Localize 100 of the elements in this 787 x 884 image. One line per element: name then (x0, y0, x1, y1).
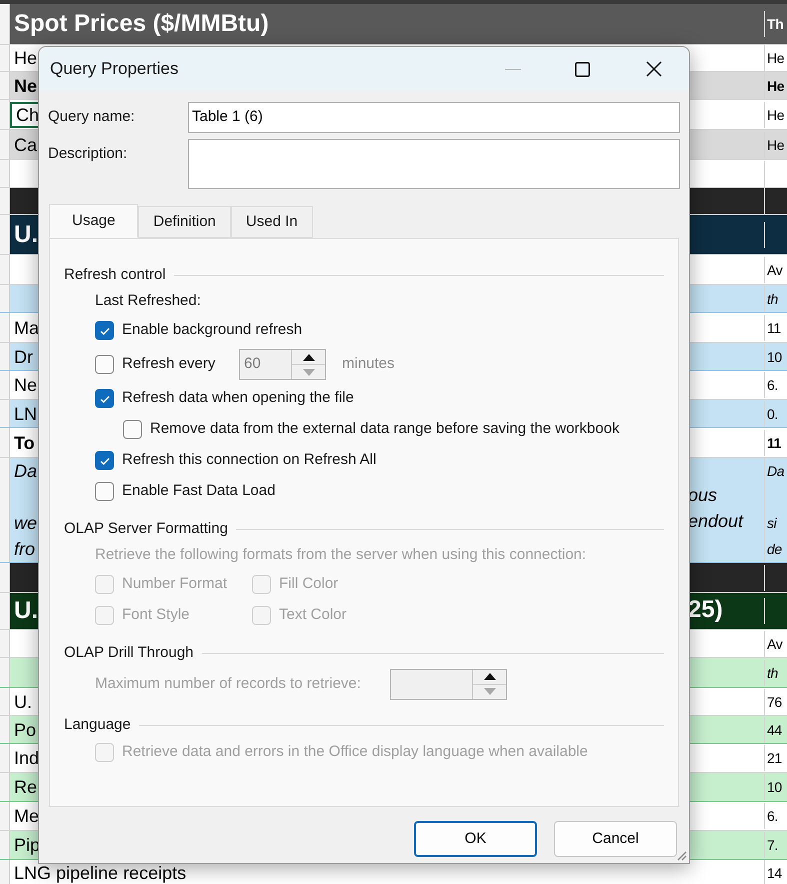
cell-text: 44 (767, 722, 782, 736)
row-header[interactable] (0, 400, 10, 427)
checkbox-label[interactable]: Enable background refresh (122, 319, 302, 342)
cell-text: fro (14, 540, 36, 558)
cell-text: 10 (767, 780, 782, 794)
row-header[interactable] (0, 130, 10, 159)
checkbox-label[interactable]: Enable Fast Data Load (122, 480, 276, 503)
row-header[interactable] (0, 285, 10, 312)
cell-text: Da (14, 462, 38, 480)
checkbox-label[interactable]: Refresh every (122, 353, 239, 376)
tab[interactable]: Usage (49, 204, 138, 238)
maximize-icon[interactable] (575, 62, 590, 76)
row-header[interactable] (0, 215, 10, 254)
cell-text: Da (767, 464, 784, 478)
row-header[interactable] (0, 45, 10, 71)
cell-text: we (14, 514, 38, 532)
row-header[interactable] (0, 72, 10, 99)
cell-text: LNG pipeline receipts (14, 864, 186, 882)
cell-text: Po (14, 720, 36, 738)
cell-text: He (767, 51, 784, 65)
field-label: Description: (48, 144, 128, 164)
row-header[interactable] (0, 100, 10, 129)
cell-text: Ma (14, 318, 40, 336)
row-header[interactable] (0, 744, 10, 772)
text-field[interactable]: Table 1 (6) (188, 102, 680, 133)
row-header[interactable] (0, 593, 10, 629)
cell-text: Me (14, 807, 40, 825)
checkbox[interactable] (95, 321, 114, 340)
cell-text: Ne (14, 76, 38, 94)
checkbox[interactable] (95, 482, 114, 501)
row-header[interactable] (0, 802, 10, 830)
cell-text: 6. (767, 809, 778, 823)
cell-text: 21 (767, 751, 782, 765)
cell-text: He (14, 49, 38, 67)
row-header[interactable] (0, 458, 10, 562)
field-label: Query name: (48, 107, 136, 127)
cell-text: 11 (767, 320, 781, 334)
cell-text: Av (767, 262, 782, 276)
text-field[interactable] (188, 139, 680, 189)
tab[interactable]: Definition (138, 206, 231, 238)
cell-text: Spot Prices ($/MMBtu) (14, 12, 269, 36)
checkbox[interactable] (95, 451, 114, 470)
cell-text: LN (14, 404, 38, 422)
section-heading: OLAP Drill Through (64, 642, 194, 663)
checkbox[interactable] (95, 355, 114, 374)
row-header[interactable] (0, 313, 10, 342)
dialog-button[interactable]: OK (414, 821, 537, 857)
label: Retrieve the following formats from the server when using this connection: (95, 544, 586, 565)
cell-text: 0. (767, 406, 778, 420)
close-icon[interactable] (646, 61, 662, 77)
dialog-button[interactable]: Cancel (554, 821, 677, 857)
cell-text: U. (14, 222, 38, 246)
row-header[interactable] (0, 773, 10, 801)
row-header[interactable] (0, 716, 10, 743)
section-heading: Language (64, 714, 131, 735)
unit-label: minutes (342, 354, 395, 374)
cell-text: To (14, 434, 35, 452)
cell-text: He (767, 78, 784, 92)
cell-text: He (767, 108, 784, 122)
checkbox-label[interactable]: Refresh data when opening the file (122, 387, 354, 410)
row-header[interactable] (0, 658, 10, 687)
row-header[interactable] (0, 688, 10, 715)
section-heading: Refresh control (64, 264, 166, 285)
row-header[interactable] (0, 563, 10, 592)
row-header[interactable] (0, 4, 10, 44)
cell-text: 76 (767, 694, 782, 708)
cell-text: Av (767, 636, 782, 650)
checkbox-label[interactable]: Remove data from the external data range before saving the workbook (150, 418, 620, 441)
row-header[interactable] (0, 188, 10, 214)
cell-text: si (767, 516, 776, 530)
cell-text: Ch (16, 106, 40, 124)
window-title: Query Properties (50, 58, 178, 80)
cell-text: U. (14, 692, 32, 710)
cell-text: Re (14, 778, 38, 796)
minimize-icon[interactable] (505, 68, 521, 70)
row-header[interactable] (0, 630, 10, 657)
row-header[interactable] (0, 160, 10, 187)
label: Last Refreshed: (95, 290, 201, 311)
cell-text: 6. (767, 378, 778, 392)
label: Maximum number of records to retrieve: (95, 674, 362, 694)
tab[interactable]: Used In (230, 206, 313, 238)
checkbox-label[interactable]: Refresh this connection on Refresh All (122, 449, 376, 472)
cell-text: Th (767, 17, 784, 31)
row-header[interactable] (0, 371, 10, 399)
cell-text: endout (688, 511, 744, 531)
checkbox[interactable] (95, 389, 114, 408)
checkbox[interactable] (123, 420, 142, 439)
cell-text: Ne (14, 376, 38, 394)
row-header[interactable] (0, 255, 10, 284)
row-header[interactable] (0, 428, 10, 457)
row-header[interactable] (0, 860, 10, 884)
section-heading: OLAP Server Formatting (64, 518, 228, 539)
cell-text: 11 (767, 436, 782, 450)
cell-text: He (767, 138, 784, 152)
cell-text: 25) (688, 596, 723, 622)
cell-text: 14 (767, 866, 782, 880)
row-header[interactable] (0, 343, 10, 370)
row-header[interactable] (0, 831, 10, 859)
cell-text: de (767, 542, 782, 556)
resize-grip-icon[interactable] (675, 849, 687, 861)
